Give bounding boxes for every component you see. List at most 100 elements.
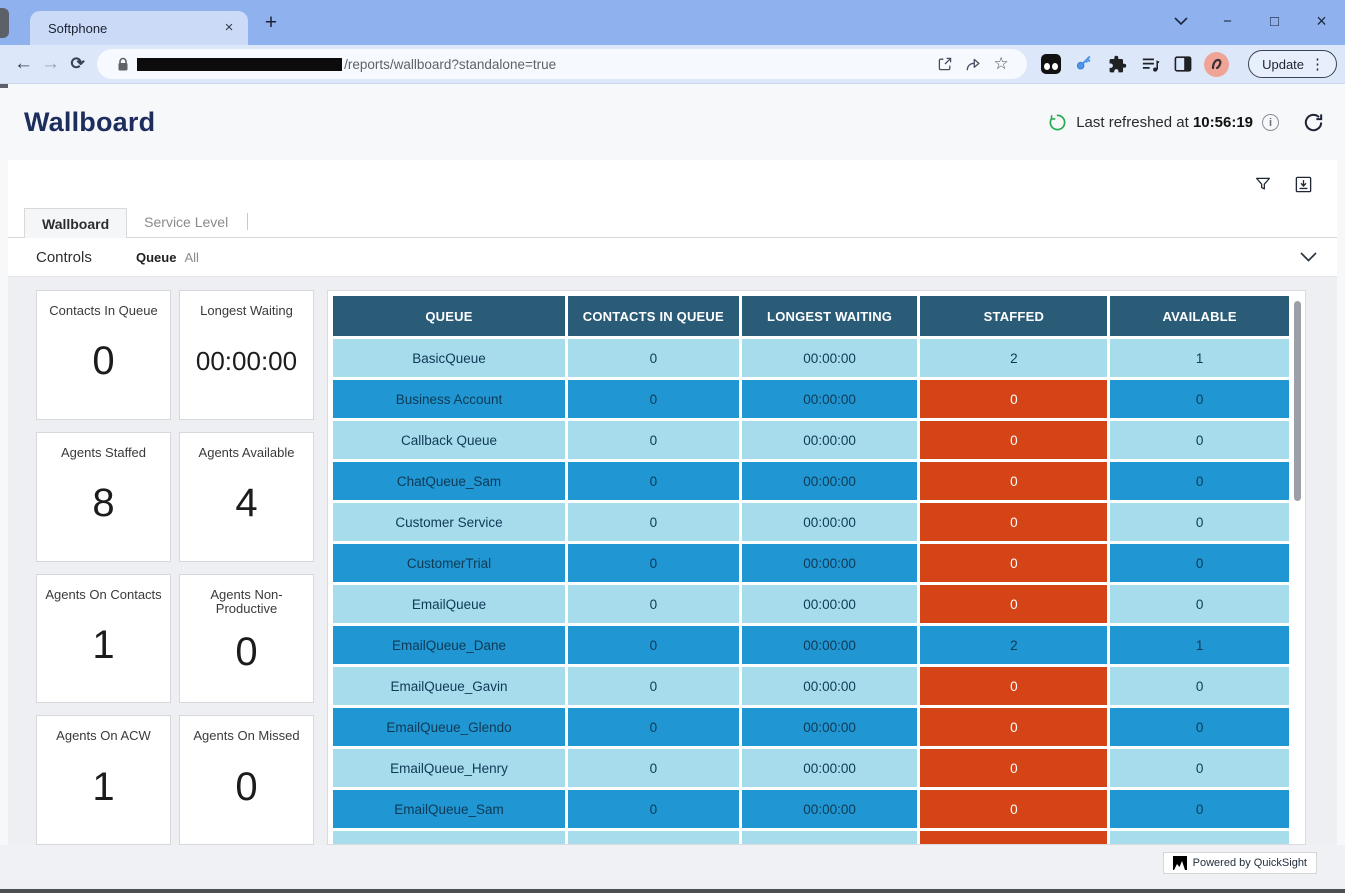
profile-avatar[interactable] (1204, 52, 1229, 77)
kpi-agents-on-missed[interactable]: Agents On Missed 0 (179, 715, 314, 845)
table-row[interactable]: EmailQueue 0 00:00:00 0 0 (333, 585, 1289, 623)
browser-tab[interactable]: Softphone × (30, 11, 248, 45)
table-row[interactable]: EmailQueue_Glendo 0 00:00:00 0 0 (333, 708, 1289, 746)
url-text[interactable]: /reports/wallboard?standalone=true (344, 57, 931, 72)
table-row[interactable]: Callback Queue 0 00:00:00 0 0 (333, 421, 1289, 459)
kpi-label: Longest Waiting (200, 304, 293, 319)
maximize-button[interactable]: □ (1251, 0, 1298, 42)
new-tab-button[interactable]: + (258, 12, 284, 34)
cell-available: 0 (1110, 831, 1289, 844)
table-scrollbar-thumb[interactable] (1294, 301, 1301, 501)
tab-close-icon[interactable]: × (220, 19, 238, 37)
cell-longest: 00:00:00 (742, 339, 918, 377)
table-row[interactable]: Customer Service 0 00:00:00 0 0 (333, 503, 1289, 541)
controls-bar[interactable]: Controls Queue All (8, 238, 1337, 277)
redacted-url-segment (137, 58, 342, 71)
kpi-agents-staffed[interactable]: Agents Staffed 8 (36, 432, 171, 562)
kpi-agents-non-productive[interactable]: Agents Non-Productive 0 (179, 574, 314, 704)
close-button[interactable]: × (1298, 0, 1345, 42)
table-row[interactable]: ChatQueue_Sam 0 00:00:00 0 0 (333, 462, 1289, 500)
cell-staffed: 0 (920, 380, 1107, 418)
cell-contacts: 0 (568, 790, 739, 828)
table-row[interactable]: EmailQueue_Dane 0 00:00:00 2 1 (333, 626, 1289, 664)
cell-staffed: 0 (920, 708, 1107, 746)
address-bar[interactable]: /reports/wallboard?standalone=true ☆ (97, 49, 1027, 79)
cell-staffed: 0 (920, 790, 1107, 828)
tab-search-chevron-icon[interactable] (1157, 0, 1204, 42)
cell-contacts: 0 (568, 749, 739, 787)
kpi-agents-on-acw[interactable]: Agents On ACW 1 (36, 715, 171, 845)
cell-longest: 00:00:00 (742, 667, 918, 705)
window-edge-artifact (0, 8, 9, 38)
browser-toolbar: ← → ⟳ /reports/wallboard?standalone=true… (0, 45, 1345, 84)
browser-update-button[interactable]: Update ⋮ (1248, 50, 1337, 78)
tab-service-level[interactable]: Service Level (127, 207, 245, 237)
reload-button[interactable]: ⟳ (64, 49, 91, 79)
queue-table-panel: QUEUE CONTACTS IN QUEUE LONGEST WAITING … (327, 290, 1306, 845)
refresh-button[interactable] (1302, 111, 1325, 134)
back-button[interactable]: ← (10, 49, 37, 79)
cell-longest: 00:00:00 (742, 462, 918, 500)
table-row[interactable]: EmailQueue_Gavin 0 00:00:00 0 0 (333, 667, 1289, 705)
forward-button[interactable]: → (37, 49, 64, 79)
cell-available: 0 (1110, 544, 1289, 582)
side-panel-icon[interactable] (1171, 52, 1195, 76)
table-row[interactable]: EmailQueue_Sam 0 00:00:00 0 0 (333, 790, 1289, 828)
cell-staffed: 2 (920, 626, 1107, 664)
kpi-agents-on-contacts[interactable]: Agents On Contacts 1 (36, 574, 171, 704)
cell-contacts: 0 (568, 339, 739, 377)
table-row-partial[interactable]: 0 00:00:00 0 0 (333, 831, 1289, 844)
open-in-new-icon[interactable] (931, 52, 959, 76)
column-header-contacts[interactable]: CONTACTS IN QUEUE (568, 296, 739, 336)
cell-staffed: 0 (920, 667, 1107, 705)
table-row[interactable]: Business Account 0 00:00:00 0 0 (333, 380, 1289, 418)
minimize-button[interactable]: − (1204, 0, 1251, 42)
cell-queue: EmailQueue_Dane (333, 626, 565, 664)
column-header-longest[interactable]: LONGEST WAITING (742, 296, 918, 336)
kpi-agents-available[interactable]: Agents Available 4 (179, 432, 314, 562)
column-header-queue[interactable]: QUEUE (333, 296, 565, 336)
last-refreshed-text: Last refreshed at 10:56:19 (1076, 114, 1253, 131)
table-row[interactable]: EmailQueue_Henry 0 00:00:00 0 0 (333, 749, 1289, 787)
share-icon[interactable] (959, 52, 987, 76)
chevron-down-icon[interactable] (1300, 252, 1317, 262)
bookmark-star-icon[interactable]: ☆ (987, 52, 1015, 76)
quicksight-badge[interactable]: Powered by QuickSight (1163, 852, 1317, 874)
kpi-value: 0 (92, 339, 114, 384)
table-row[interactable]: BasicQueue 0 00:00:00 2 1 (333, 339, 1289, 377)
column-header-staffed[interactable]: STAFFED (920, 296, 1107, 336)
tab-wallboard[interactable]: Wallboard (24, 208, 127, 238)
kpi-label: Agents Available (199, 446, 295, 461)
extensions-puzzle-icon[interactable] (1105, 52, 1129, 76)
queue-filter-value[interactable]: All (184, 250, 198, 265)
cell-available: 0 (1110, 585, 1289, 623)
kpi-longest-waiting[interactable]: Longest Waiting 00:00:00 (179, 290, 314, 420)
last-refreshed-label: Last refreshed at (1076, 114, 1189, 131)
last-refreshed-time: 10:56:19 (1193, 114, 1253, 131)
cell-queue: EmailQueue_Gavin (333, 667, 565, 705)
cell-queue: EmailQueue_Glendo (333, 708, 565, 746)
dashboard-panel: Wallboard Service Level Controls Queue A… (8, 160, 1337, 845)
lock-icon (109, 52, 137, 76)
cell-available: 0 (1110, 380, 1289, 418)
password-key-icon[interactable] (1072, 52, 1096, 76)
kpi-value: 0 (235, 630, 257, 675)
cell-longest: 00:00:00 (742, 626, 918, 664)
kpi-label: Contacts In Queue (49, 304, 157, 319)
column-header-available[interactable]: AVAILABLE (1110, 296, 1289, 336)
extension-dots-icon[interactable] (1039, 52, 1063, 76)
kebab-menu-icon[interactable]: ⋮ (1304, 55, 1331, 73)
cell-available: 1 (1110, 339, 1289, 377)
filter-icon[interactable] (1251, 172, 1275, 196)
kpi-value: 1 (92, 623, 114, 668)
kpi-contacts-in-queue[interactable]: Contacts In Queue 0 (36, 290, 171, 420)
media-playlist-icon[interactable] (1138, 52, 1162, 76)
info-icon[interactable]: i (1262, 114, 1279, 131)
page-header: Wallboard Last refreshed at 10:56:19 i (0, 85, 1345, 160)
table-scrollbar[interactable] (1293, 297, 1302, 840)
table-row[interactable]: CustomerTrial 0 00:00:00 0 0 (333, 544, 1289, 582)
cell-longest: 00:00:00 (742, 380, 918, 418)
cell-available: 0 (1110, 503, 1289, 541)
export-download-icon[interactable] (1291, 172, 1315, 196)
controls-label: Controls (36, 249, 136, 266)
